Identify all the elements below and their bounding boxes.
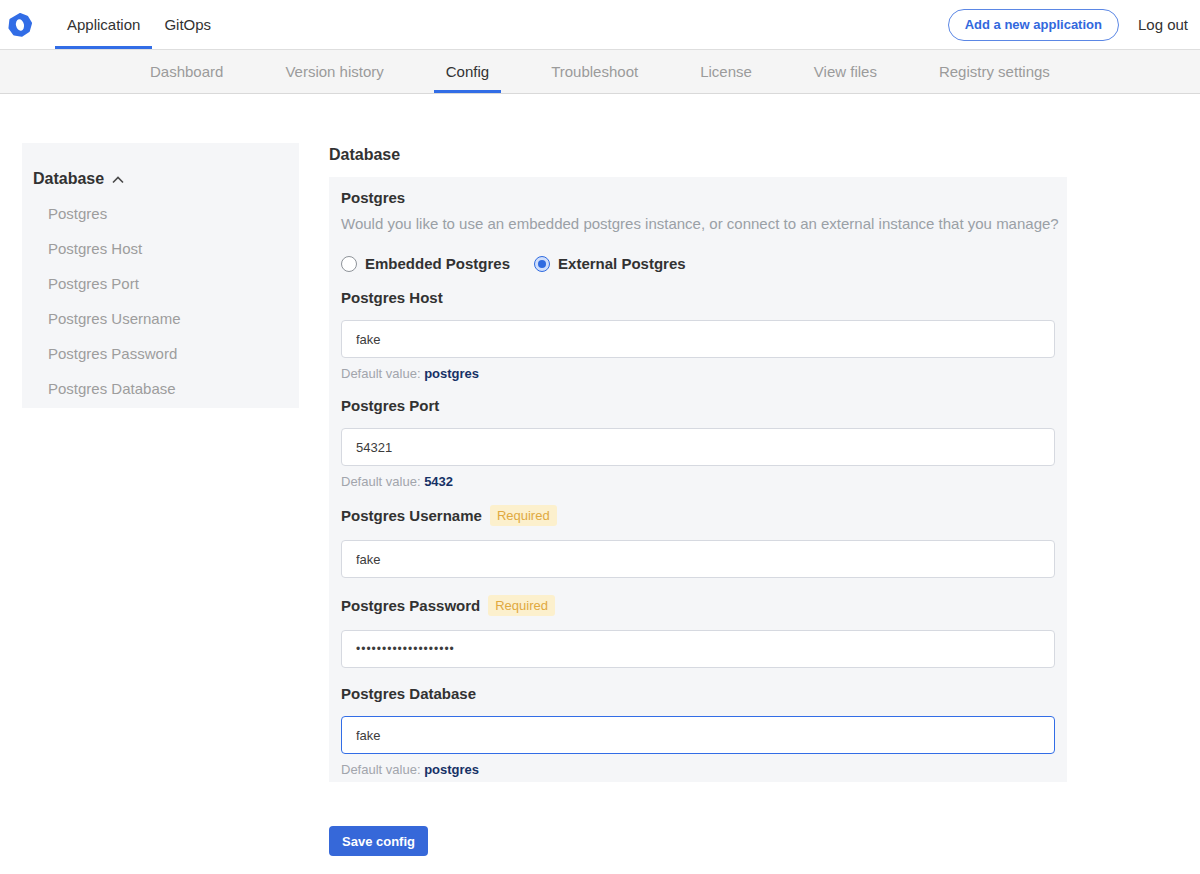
sidebar-group-database[interactable]: Database <box>33 170 299 188</box>
header-right: Add a new application Log out <box>948 0 1200 49</box>
save-config-button[interactable]: Save config <box>329 826 428 856</box>
tab-application-label: Application <box>67 16 140 33</box>
tab-gitops[interactable]: GitOps <box>152 0 223 49</box>
config-main: Database Postgres Would you like to use … <box>329 143 1067 856</box>
field-label: Postgres Password <box>341 597 480 614</box>
field-label: Postgres Username <box>341 507 482 524</box>
top-tabs: Application GitOps <box>55 0 223 49</box>
config-panel: Postgres Would you like to use an embedd… <box>329 177 1067 782</box>
chevron-up-icon <box>112 176 124 184</box>
default-label: Default value: <box>341 762 421 777</box>
field-label: Postgres Port <box>341 397 439 414</box>
default-value-line: Default value: 5432 <box>341 475 1055 488</box>
default-value: postgres <box>424 366 479 381</box>
subnav-version-history[interactable]: Version history <box>273 50 395 93</box>
field-postgres-database: Postgres Database Default value: postgre… <box>341 685 1055 776</box>
field-postgres-host: Postgres Host Default value: postgres <box>341 289 1055 380</box>
default-value-line: Default value: postgres <box>341 763 1055 776</box>
app-subnav: Dashboard Version history Config Trouble… <box>0 50 1200 94</box>
sidebar-item-postgres-username[interactable]: Postgres Username <box>33 301 299 336</box>
config-sidebar: Database Postgres Postgres Host Postgres… <box>22 143 299 408</box>
postgres-host-input[interactable] <box>341 320 1055 358</box>
default-value: 5432 <box>424 474 453 489</box>
sidebar-item-postgres-port[interactable]: Postgres Port <box>33 266 299 301</box>
subnav-troubleshoot[interactable]: Troubleshoot <box>539 50 650 93</box>
field-label: Postgres Database <box>341 685 476 702</box>
add-new-application-button[interactable]: Add a new application <box>948 9 1119 41</box>
field-label: Postgres Host <box>341 289 443 306</box>
field-postgres-username: Postgres Username Required <box>341 505 1055 578</box>
radio-embedded-postgres-label: Embedded Postgres <box>365 255 510 272</box>
tab-gitops-label: GitOps <box>164 16 211 33</box>
page-title: Database <box>329 145 1067 164</box>
config-group-label: Postgres <box>341 189 1055 206</box>
radio-embedded-postgres[interactable]: Embedded Postgres <box>341 255 510 272</box>
radio-selected-icon[interactable] <box>534 256 550 272</box>
required-badge: Required <box>490 505 557 526</box>
default-label: Default value: <box>341 474 421 489</box>
sidebar-item-postgres-database[interactable]: Postgres Database <box>33 371 299 406</box>
tab-application[interactable]: Application <box>55 0 152 49</box>
default-value-line: Default value: postgres <box>341 367 1055 380</box>
radio-external-postgres-label: External Postgres <box>558 255 686 272</box>
default-value: postgres <box>424 762 479 777</box>
subnav-config[interactable]: Config <box>434 50 501 93</box>
logout-link[interactable]: Log out <box>1138 16 1188 33</box>
postgres-database-input[interactable] <box>341 716 1055 754</box>
postgres-port-input[interactable] <box>341 428 1055 466</box>
field-postgres-port: Postgres Port Default value: 5432 <box>341 397 1055 488</box>
field-postgres-password: Postgres Password Required <box>341 595 1055 668</box>
postgres-username-input[interactable] <box>341 540 1055 578</box>
subnav-registry-settings[interactable]: Registry settings <box>927 50 1062 93</box>
default-label: Default value: <box>341 366 421 381</box>
sidebar-group-label: Database <box>33 170 104 188</box>
subnav-dashboard[interactable]: Dashboard <box>138 50 235 93</box>
sidebar-item-postgres-password[interactable]: Postgres Password <box>33 336 299 371</box>
radio-external-postgres[interactable]: External Postgres <box>534 255 686 272</box>
config-help-text: Would you like to use an embedded postgr… <box>341 214 1055 233</box>
subnav-license[interactable]: License <box>688 50 764 93</box>
radio-unselected-icon[interactable] <box>341 256 357 272</box>
sidebar-items: Postgres Postgres Host Postgres Port Pos… <box>33 196 299 406</box>
sidebar-item-postgres[interactable]: Postgres <box>33 196 299 231</box>
top-header: Application GitOps Add a new application… <box>0 0 1200 50</box>
replicated-logo-icon[interactable] <box>8 13 32 37</box>
sidebar-item-postgres-host[interactable]: Postgres Host <box>33 231 299 266</box>
postgres-password-input[interactable] <box>341 630 1055 668</box>
postgres-radio-group: Embedded Postgres External Postgres <box>341 255 1055 272</box>
subnav-view-files[interactable]: View files <box>802 50 889 93</box>
required-badge: Required <box>488 595 555 616</box>
